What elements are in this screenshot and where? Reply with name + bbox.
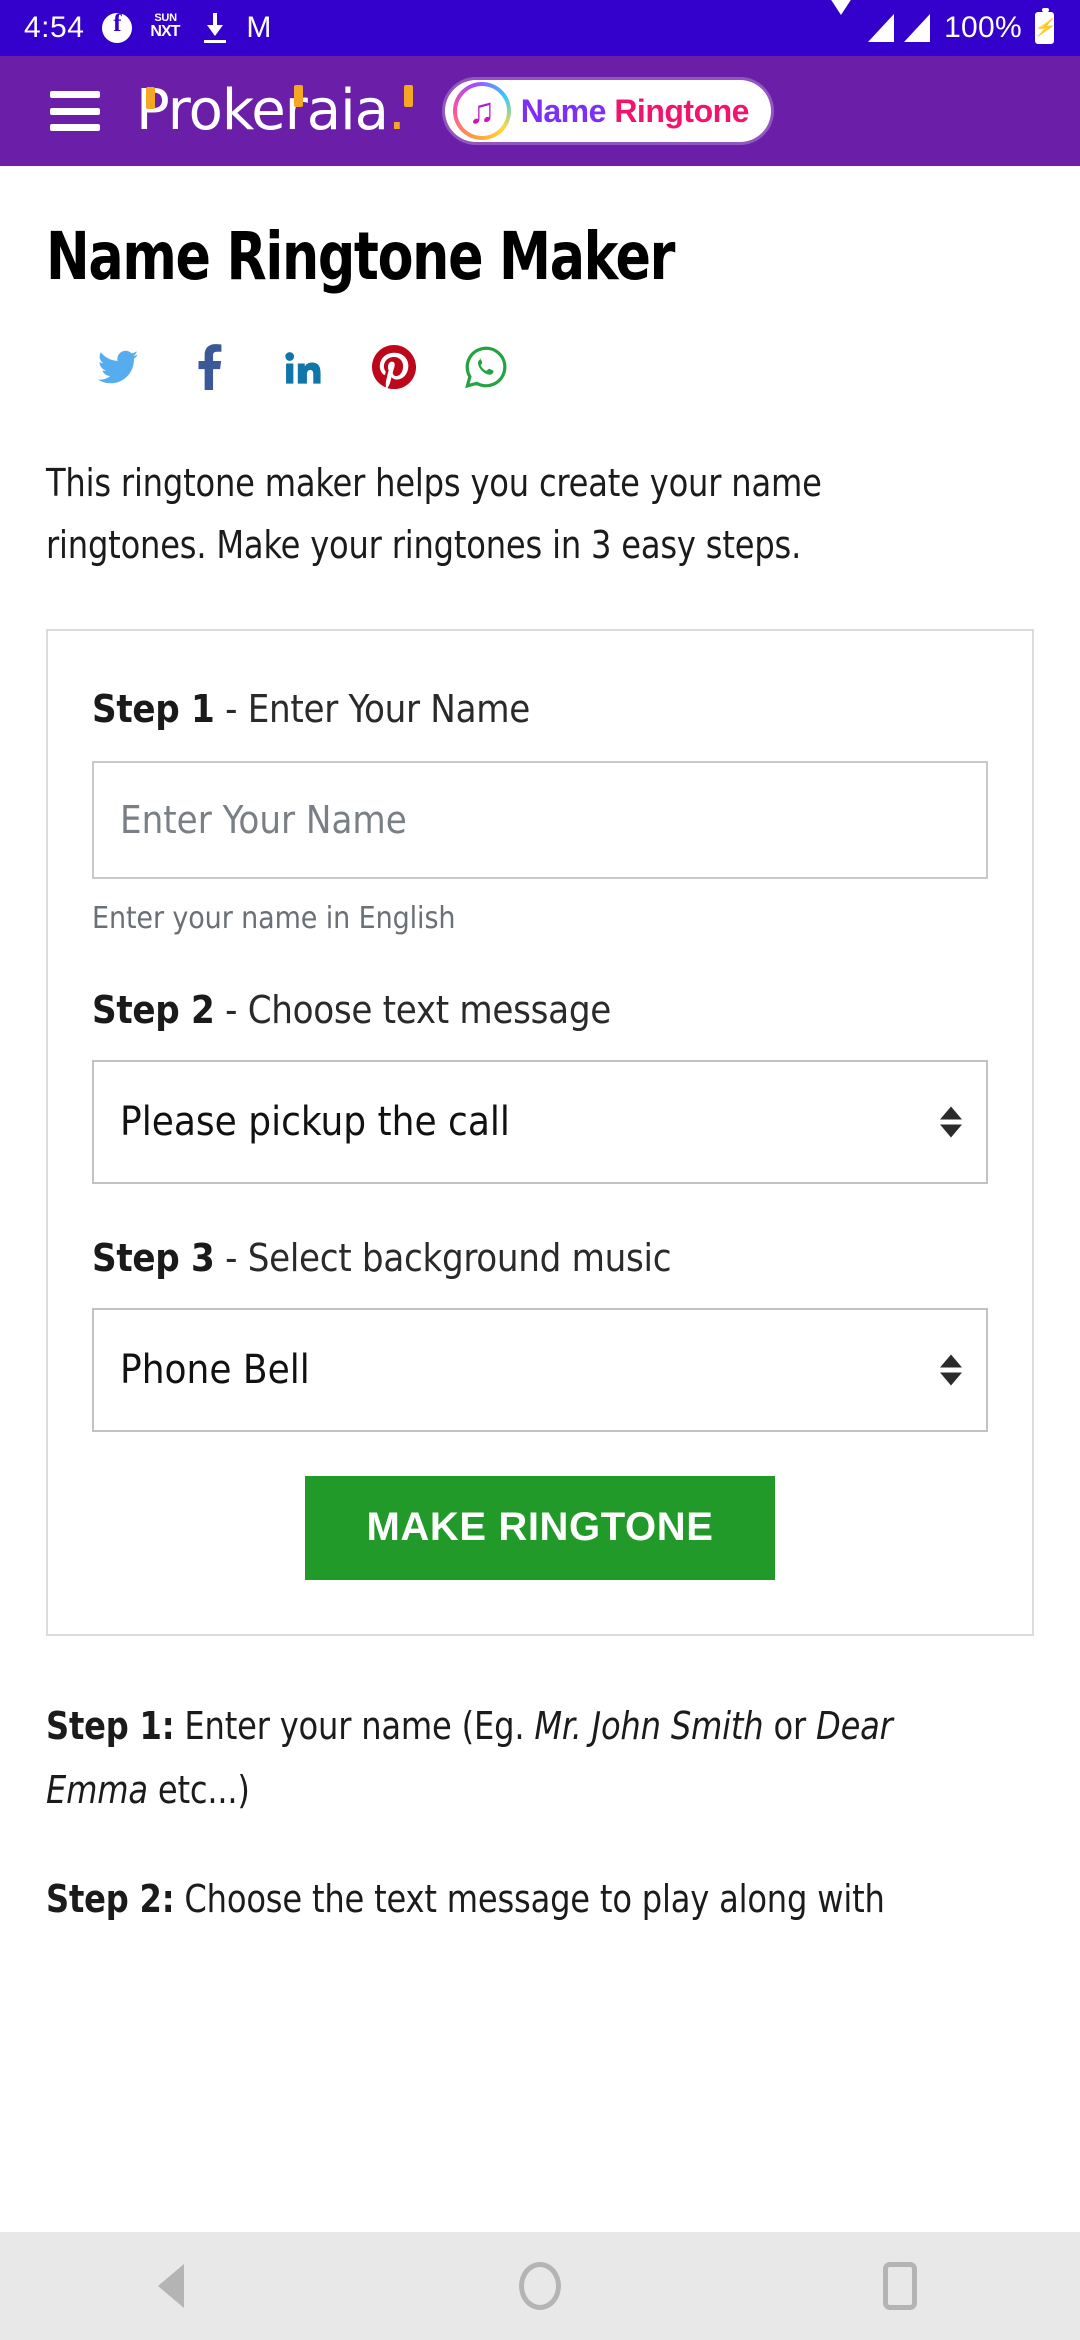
ringtone-form-card: Step 1 - Enter Your Name Enter your name…	[46, 628, 1034, 1636]
brand-logo[interactable]: Prokeraia.	[136, 83, 413, 139]
instruction-1-after: etc...)	[147, 1768, 250, 1813]
instruction-2-bold: Step 2:	[46, 1877, 175, 1922]
name-input[interactable]	[92, 760, 988, 879]
wifi-icon	[824, 0, 859, 41]
download-icon	[202, 13, 228, 43]
page-content: Name Ringtone Maker This ringtone maker …	[0, 218, 1080, 1932]
name-ringtone-badge[interactable]: ♫ Name Ringtone	[444, 80, 771, 142]
app-header: Prokeraia. ♫ Name Ringtone	[0, 56, 1080, 166]
instruction-step-1: Step 1: Enter your name (Eg. Mr. John Sm…	[46, 1694, 975, 1823]
step-2-text: Choose text message	[247, 987, 612, 1032]
signal-icon-2	[904, 14, 931, 42]
android-nav-bar	[0, 2232, 1080, 2340]
submit-row: MAKE RINGTONE	[92, 1475, 988, 1580]
sunnxt-line-2: NXT	[150, 23, 180, 40]
music-note-icon: ♫	[452, 82, 511, 140]
intro-paragraph: This ringtone maker helps you create you…	[46, 461, 822, 567]
status-bar-right: 100% ⚡	[824, 0, 1055, 45]
make-ringtone-button[interactable]: MAKE RINGTONE	[305, 1475, 775, 1580]
text-message-select[interactable]: Please pickup the call	[92, 1059, 988, 1184]
instruction-2-before: Choose the text message to play along wi…	[174, 1877, 885, 1922]
nav-back-button[interactable]	[105, 2232, 255, 2340]
music-note-glyph: ♫	[468, 90, 496, 131]
share-pinterest-icon[interactable]	[348, 341, 440, 393]
badge-text: Name Ringtone	[520, 92, 750, 130]
step-1-separator: -	[214, 686, 248, 731]
share-whatsapp-icon[interactable]	[440, 341, 532, 393]
step-1-text: Enter Your Name	[247, 686, 531, 731]
background-music-select[interactable]: Phone Bell	[92, 1307, 988, 1432]
step-2-label: Step 2 - Choose text message	[92, 988, 988, 1032]
instruction-1-before: Enter your name (Eg.	[174, 1703, 535, 1748]
sunnxt-icon: SUN NXT	[150, 12, 184, 44]
instruction-1-italic-1: Mr. John Smith	[534, 1703, 764, 1748]
facebook-icon	[102, 10, 133, 43]
share-facebook-icon[interactable]	[164, 341, 256, 393]
badge-text-name: Name	[520, 92, 607, 129]
status-bar-left: 4:54 SUN NXT M	[24, 10, 824, 44]
nav-home-button[interactable]	[465, 2232, 615, 2340]
step-3-text: Select background music	[247, 1235, 672, 1280]
step-1-number: Step 1	[92, 686, 215, 731]
step-3-separator: -	[214, 1235, 248, 1280]
brand-dot: .	[387, 78, 406, 143]
text-message-select-wrapper: Please pickup the call	[92, 1059, 988, 1184]
gmail-icon: M	[246, 11, 272, 44]
step-3-label: Step 3 - Select background music	[92, 1236, 988, 1280]
hamburger-menu-icon[interactable]	[50, 91, 100, 131]
share-linkedin-icon[interactable]	[256, 341, 348, 393]
name-input-help: Enter your name in English	[92, 900, 456, 936]
status-bar: 4:54 SUN NXT M 100% ⚡	[0, 0, 1080, 56]
background-music-select-wrapper: Phone Bell	[92, 1307, 988, 1432]
instruction-step-2: Step 2: Choose the text message to play …	[46, 1867, 975, 1932]
battery-percent: 100%	[944, 11, 1022, 44]
brand-name: Prokeraia	[136, 78, 389, 143]
step-3-number: Step 3	[92, 1235, 215, 1280]
step-2-separator: -	[214, 987, 248, 1032]
nav-recents-button[interactable]	[825, 2232, 975, 2340]
instruction-1-bold: Step 1:	[46, 1703, 175, 1748]
status-bar-clock: 4:54	[24, 11, 85, 44]
step-1-label: Step 1 - Enter Your Name	[92, 687, 988, 731]
signal-icon	[868, 14, 895, 42]
step-2-number: Step 2	[92, 987, 215, 1032]
badge-text-ringtone: Ringtone	[614, 92, 749, 129]
instruction-1-middle: or	[763, 1703, 817, 1748]
social-share-row	[46, 341, 1034, 393]
battery-charging-icon: ⚡	[1034, 8, 1055, 44]
page-title: Name Ringtone Maker	[46, 218, 675, 295]
share-twitter-icon[interactable]	[72, 341, 164, 393]
